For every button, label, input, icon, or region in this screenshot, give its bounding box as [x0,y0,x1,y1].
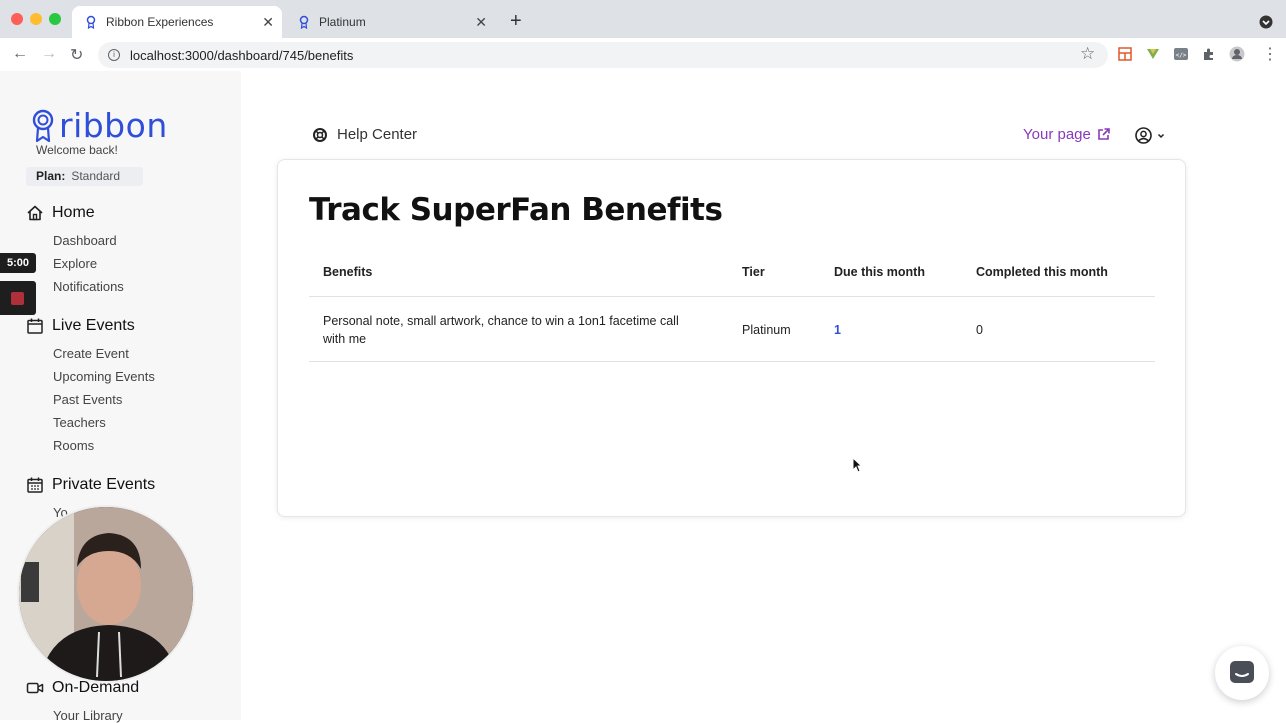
sidebar-item-dashboard[interactable]: Dashboard [53,233,117,248]
help-center-label: Help Center [337,126,418,143]
close-window-button[interactable] [11,13,23,25]
plan-value: Standard [71,169,121,183]
sidebar-section-live-events[interactable]: Live Events [26,317,135,335]
sidebar-item-explore[interactable]: Explore [53,256,97,271]
sidebar-section-on-demand[interactable]: On-Demand [26,679,139,697]
tab-title: Platinum [319,15,366,29]
benefit-tier: Platinum [742,323,791,337]
home-icon [27,205,43,221]
tab-ribbon-experiences[interactable]: Ribbon Experiences ✕ [72,6,282,38]
help-center-link[interactable]: Help Center [313,126,417,143]
webcam-bubble[interactable] [17,505,195,683]
calendar-grid-icon [27,477,43,493]
ribbon-logo-icon [32,109,54,142]
sidebar-item-teachers[interactable]: Teachers [53,415,106,430]
maximize-window-button[interactable] [49,13,61,25]
chat-icon [1230,661,1254,683]
video-icon [26,682,44,694]
account-menu[interactable] [1135,127,1166,144]
calendar-icon [27,318,43,334]
reload-icon[interactable]: ↻ [70,45,83,65]
svg-text:</>: </> [1176,52,1187,59]
section-title: Private Events [52,476,156,493]
webcam-person-image [19,507,193,681]
profile-icon[interactable] [1229,46,1245,62]
stop-recording-button[interactable] [0,281,36,315]
chat-support-button[interactable] [1215,646,1269,700]
tab-title: Ribbon Experiences [106,15,214,29]
sidebar-item-rooms[interactable]: Rooms [53,438,94,453]
your-page-label: Your page [1023,126,1091,143]
sidebar-item-your-library[interactable]: Your Library [53,708,123,723]
browser-chrome: Ribbon Experiences ✕ Platinum ✕ + ← → ↻ … [0,0,1286,71]
column-header-completed: Completed this month [976,265,1108,279]
column-header-benefits: Benefits [323,265,373,279]
site-info-icon[interactable]: i [108,49,120,61]
your-page-link[interactable]: Your page [1023,126,1110,143]
due-count-link[interactable]: 1 [834,321,841,339]
minimize-window-button[interactable] [30,13,42,25]
user-circle-icon [1135,127,1152,144]
logo-wordmark: ribbon [59,106,168,145]
forward-icon[interactable]: → [41,45,57,63]
sidebar-section-private-events[interactable]: Private Events [26,476,155,494]
chevron-down-icon [1157,133,1165,138]
stop-icon [11,292,24,305]
section-title: Live Events [52,317,135,334]
plan-label: Plan: [36,169,66,183]
sidebar-item-past-events[interactable]: Past Events [53,392,122,407]
plan-badge: Plan: Standard [26,167,143,186]
code-extension-icon[interactable]: </> [1173,46,1189,62]
tab-bar: Ribbon Experiences ✕ Platinum ✕ + [0,0,1286,38]
table-header-divider [309,296,1155,297]
back-icon[interactable]: ← [12,45,28,63]
mouse-cursor-icon [852,457,862,473]
bookmark-star-icon[interactable]: ☆ [1080,44,1095,64]
new-tab-button[interactable]: + [510,10,522,33]
ribbon-favicon-icon [299,15,309,29]
sidebar-item-create-event[interactable]: Create Event [53,346,129,361]
column-header-due: Due this month [834,265,925,279]
welcome-text: Welcome back! [36,143,118,157]
recording-timer: 5:00 [0,253,36,273]
close-tab-icon[interactable]: ✕ [262,14,274,31]
external-link-icon [1098,128,1110,140]
column-header-tier: Tier [742,265,765,279]
close-tab-icon[interactable]: ✕ [475,14,487,31]
tab-search-icon[interactable] [1259,15,1273,29]
browser-toolbar: ← → ↻ i localhost:3000/dashboard/745/ben… [0,38,1286,71]
browser-menu-icon[interactable]: ⋮ [1262,44,1278,64]
vue-devtools-icon[interactable] [1145,46,1161,62]
page-title: Track SuperFan Benefits [309,192,723,228]
url-text: localhost:3000/dashboard/745/benefits [130,47,354,63]
completed-count: 0 [976,323,983,337]
sidebar-item-notifications[interactable]: Notifications [53,279,124,294]
sidebar-section-home[interactable]: Home [26,204,95,222]
table-row-divider [309,361,1155,362]
tab-platinum[interactable]: Platinum ✕ [285,6,495,38]
layout-extension-icon[interactable] [1117,46,1133,62]
address-bar[interactable]: i localhost:3000/dashboard/745/benefits [98,42,1108,68]
section-title: Home [52,204,95,221]
benefit-description: Personal note, small artwork, chance to … [323,314,679,346]
ribbon-logo[interactable]: ribbon [31,106,168,145]
ribbon-favicon-icon [86,15,96,29]
extensions-puzzle-icon[interactable] [1201,46,1217,62]
sidebar-item-upcoming-events[interactable]: Upcoming Events [53,369,155,384]
lifebuoy-icon [313,127,327,142]
benefits-card: Track SuperFan Benefits Benefits Tier Du… [277,159,1186,517]
